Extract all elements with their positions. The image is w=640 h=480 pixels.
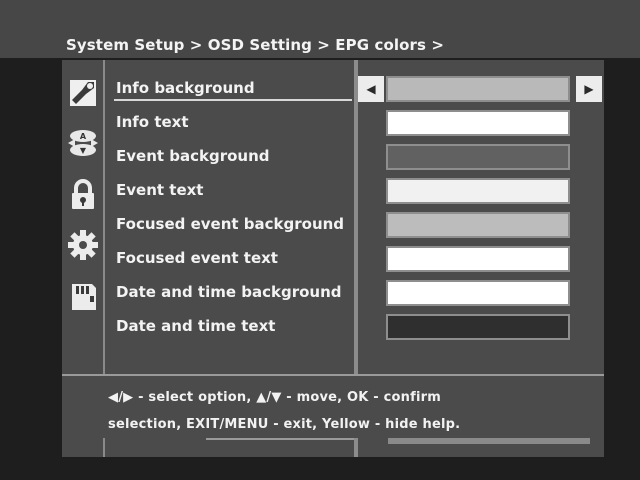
option-date-time-background[interactable]: Date and time background <box>116 281 342 303</box>
color-swatch-event-background[interactable] <box>386 144 570 170</box>
color-swatch-focused-event-text[interactable] <box>386 246 570 272</box>
option-focused-event-background[interactable]: Focused event background <box>116 213 344 235</box>
satellite-dish-icon[interactable] <box>66 76 100 110</box>
option-focused-event-text[interactable]: Focused event text <box>116 247 278 269</box>
color-swatch-info-background[interactable] <box>386 76 570 102</box>
option-event-text[interactable]: Event text <box>116 179 203 201</box>
breadcrumb: System Setup > OSD Setting > EPG colors … <box>66 36 445 54</box>
arrow-left-icon[interactable]: ◀ <box>358 76 384 102</box>
footer-divider-right <box>388 438 590 444</box>
arrow-right-icon[interactable]: ▶ <box>576 76 602 102</box>
focus-underline <box>114 99 352 101</box>
color-swatch-event-text[interactable] <box>386 178 570 204</box>
color-swatch-info-text[interactable] <box>386 110 570 136</box>
gear-icon[interactable] <box>66 228 100 262</box>
lock-icon[interactable] <box>66 178 100 212</box>
option-date-time-text[interactable]: Date and time text <box>116 315 275 337</box>
language-icon[interactable]: A ▼ <box>66 126 100 160</box>
option-info-background[interactable]: Info background <box>116 77 255 99</box>
color-swatch-date-time-text[interactable] <box>386 314 570 340</box>
footer-divider <box>206 438 354 440</box>
option-info-text[interactable]: Info text <box>116 111 189 133</box>
svg-text:A: A <box>80 132 87 141</box>
color-swatch-date-time-background[interactable] <box>386 280 570 306</box>
svg-text:▼: ▼ <box>80 146 87 155</box>
help-line-1: ◀/▶ - select option, ▲/▼ - move, OK - co… <box>108 390 441 405</box>
help-line-2: selection, EXIT/MENU - exit, Yellow - hi… <box>108 417 461 432</box>
help-bar: ◀/▶ - select option, ▲/▼ - move, OK - co… <box>62 374 604 438</box>
memory-card-icon[interactable] <box>66 280 100 314</box>
help-text: ◀/▶ - select option, ▲/▼ - move, OK - co… <box>108 384 568 438</box>
color-swatch-focused-event-background[interactable] <box>386 212 570 238</box>
option-event-background[interactable]: Event background <box>116 145 270 167</box>
